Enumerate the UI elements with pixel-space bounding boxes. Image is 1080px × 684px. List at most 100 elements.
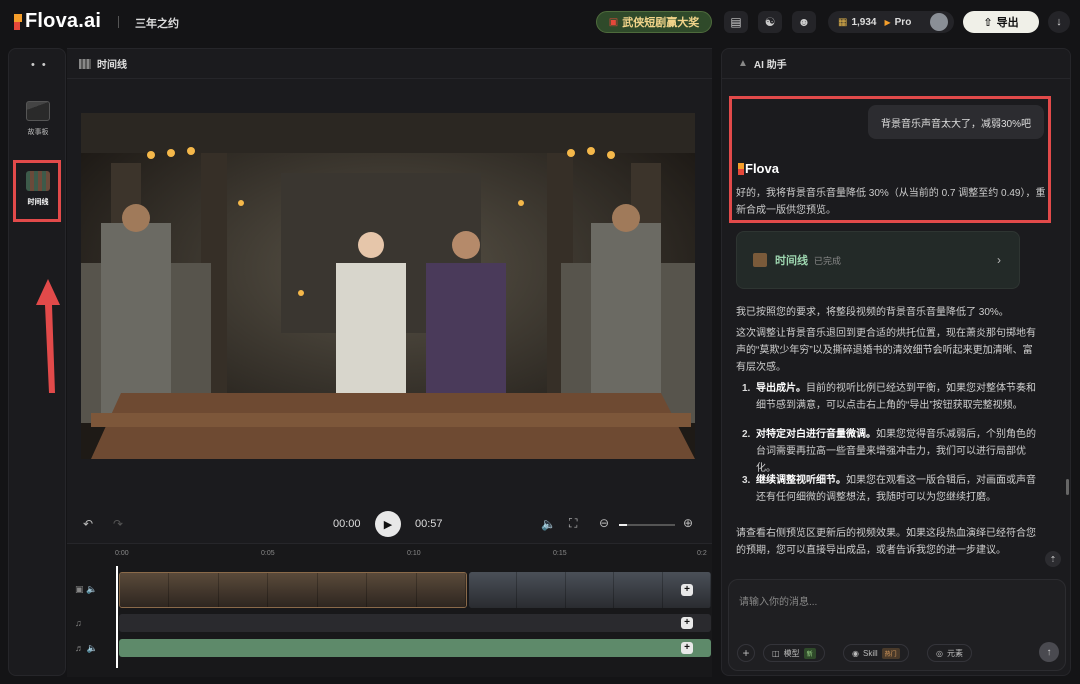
redo-icon[interactable]: ↷ (113, 517, 123, 531)
card-status: 已完成 (814, 255, 842, 266)
fullscreen-icon[interactable]: ⛶ (569, 516, 577, 531)
panel-header: ▲ AI 助手 (722, 49, 1070, 79)
arrow-up-icon: ⇡ (1049, 554, 1057, 564)
discord-button[interactable]: ☻ (792, 11, 816, 33)
element-chip[interactable]: ◎ 元素 (927, 644, 972, 662)
list-item: 3. 继续调整视听细节。如果您在观看这一版合辑后，对画面或声音还有任何细微的调整… (742, 472, 1042, 506)
skill-chip[interactable]: ◉ Skill 热门 (843, 644, 909, 662)
panel-title: 时间线 (97, 60, 127, 71)
film-icon (79, 58, 91, 69)
assistant-icon: ▲ (738, 58, 748, 69)
ai-assistant-panel: ▲ AI 助手 背景音乐声音太大了，减弱30%吧 Flova 好的，我将背景音乐… (721, 48, 1071, 676)
clip-thumbnail (268, 573, 318, 607)
arrow-up-icon: ↑ (1046, 646, 1052, 658)
video-clip[interactable] (119, 572, 467, 608)
flova-logo-icon (14, 13, 24, 30)
play-button[interactable]: ▶ (375, 511, 401, 537)
message-input[interactable] (737, 594, 1037, 610)
clip-thumbnail (317, 573, 368, 607)
clapperboard-icon (26, 101, 50, 121)
wechat-icon: ☯ (764, 15, 776, 29)
list-item: 1. 导出成片。目前的视听比例已经达到平衡，如果您对整体节奏和细节感到满意，可以… (742, 380, 1042, 414)
add-music-button[interactable]: + (681, 642, 693, 654)
clip-thumbnail (218, 573, 269, 607)
more-icon[interactable]: • • (31, 59, 48, 71)
detail-text: 这次调整让背景音乐退回到更合适的烘托位置，现在萧炎那句掷地有声的“莫欺少年穷”以… (736, 328, 1036, 373)
preview-frame-image (81, 113, 695, 459)
video-clip[interactable] (469, 572, 711, 608)
avatar[interactable] (930, 13, 948, 31)
wechat-button[interactable]: ☯ (758, 11, 782, 33)
zoom-out-icon[interactable]: ⊖ (599, 516, 609, 530)
promo-button[interactable]: ▣ 武侠短剧赢大奖 (596, 11, 712, 33)
coin-icon: ▦ (838, 16, 848, 28)
chip-label: 模型 (783, 648, 800, 658)
download-button[interactable]: ↓ (1048, 11, 1070, 33)
plan-label: Pro (894, 16, 912, 28)
attach-button[interactable]: + (737, 644, 755, 662)
send-button[interactable]: ↑ (1039, 642, 1059, 662)
sidebar-item-label: 故事板 (27, 129, 49, 136)
book-icon: ▤ (730, 15, 742, 29)
current-time: 00:00 (333, 518, 361, 530)
app-logo[interactable]: Flova.ai (14, 10, 101, 33)
export-label: 导出 (996, 17, 1019, 29)
chevron-right-icon: › (997, 253, 1001, 267)
music-track[interactable]: + (119, 639, 711, 657)
clip-thumbnail (120, 573, 170, 607)
download-icon: ↓ (1056, 16, 1062, 28)
total-time: 00:57 (415, 518, 443, 530)
sidebar-item-storyboard[interactable]: 故事板 (15, 101, 61, 137)
list-title: 导出成片。 (756, 383, 806, 394)
timeline-result-card[interactable]: 时间线 已完成 › (736, 231, 1020, 289)
timeline-tracks: 0:00 0:05 0:10 0:15 0:2 ▣ 🔈 ♫ ♬ 🔈 + + + (67, 543, 712, 677)
video-track: + (119, 572, 711, 608)
zoom-slider[interactable] (619, 524, 675, 526)
divider (118, 16, 119, 28)
clip-thumbnail (469, 572, 518, 608)
credits-count: 1,934 (851, 16, 877, 28)
playhead[interactable] (116, 566, 118, 668)
list-number: 1. (742, 383, 751, 394)
panel-header: 时间线 (67, 49, 712, 79)
skill-icon: ◉ (852, 648, 859, 658)
model-icon: ◫ (772, 648, 780, 658)
clip-thumbnail (614, 572, 663, 608)
card-title: 时间线 (775, 255, 808, 267)
project-title[interactable]: 三年之约 (135, 15, 179, 31)
undo-icon[interactable]: ↶ (83, 517, 93, 531)
discord-icon: ☻ (797, 15, 811, 29)
scroll-to-top-button[interactable]: ⇡ (1045, 551, 1061, 567)
add-audio-button[interactable]: + (681, 617, 693, 629)
voice-track[interactable]: + (119, 614, 711, 632)
timeline-panel: 时间线 ↶ ↷ 00:00 ▶ 00:57 🔈 ⛶ ⊖ ⊕ 0:00 0:05 … (67, 48, 712, 677)
ruler-tick: 0:10 (407, 550, 421, 557)
volume-icon[interactable]: 🔈 (541, 517, 556, 531)
ruler-tick: 0:15 (553, 550, 567, 557)
export-button[interactable]: ⇧ 导出 (963, 11, 1039, 33)
zoom-in-icon[interactable]: ⊕ (683, 516, 693, 530)
list-title: 继续调整视听细节。 (756, 475, 846, 486)
list-title: 对特定对白进行音量微调。 (756, 429, 876, 440)
app-brand: Flova.ai (25, 10, 102, 32)
pro-icon: ▶ (884, 17, 891, 27)
video-preview[interactable] (81, 113, 695, 459)
film-strip-icon (753, 253, 767, 267)
voice-track-icon[interactable]: ♫ (75, 618, 82, 628)
music-track-icon[interactable]: ♬ 🔈 (75, 643, 98, 654)
highlight-box (729, 96, 1051, 223)
video-track-icon[interactable]: ▣ 🔈 (75, 584, 97, 595)
highlight-box (13, 160, 61, 222)
closing-text: 请查看右侧预览区更新后的视频效果。如果这段热血演绎已经符合您的预期，您可以直接导… (736, 528, 1036, 556)
model-chip[interactable]: ◫ 模型 新 (763, 644, 825, 662)
list-item: 2. 对特定对白进行音量微调。如果您觉得音乐减弱后，个别角色的台词需要再拉高一些… (742, 426, 1042, 477)
chip-label: Skill (862, 648, 878, 658)
docs-button[interactable]: ▤ (724, 11, 748, 33)
play-icon: ▶ (383, 518, 393, 531)
panel-title: AI 助手 (753, 60, 787, 71)
chip-label: 元素 (946, 648, 963, 658)
zoom-slider-fill (619, 524, 628, 526)
scrollbar[interactable] (1066, 479, 1069, 495)
add-clip-button[interactable]: + (681, 584, 693, 596)
chip-tag: 新 (803, 647, 816, 659)
